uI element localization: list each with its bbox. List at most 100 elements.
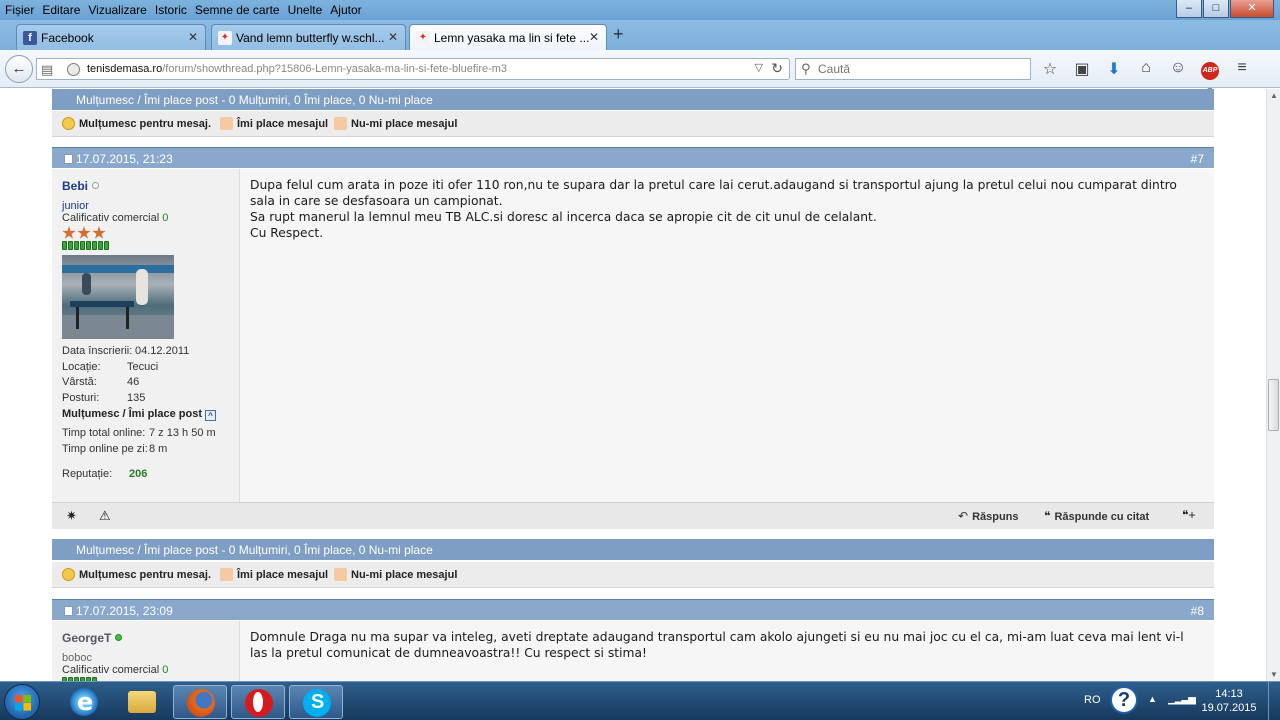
tab-close-icon[interactable]: ✕ [589,30,599,44]
back-button[interactable]: ← [5,55,33,83]
menu-item[interactable]: Ajutor [330,3,361,17]
user-title: boboc [62,652,92,664]
skype-taskbar-button[interactable] [289,685,343,719]
post-line: Dupa felul cum arata in poze iti ofer 11… [250,178,1177,192]
user-info-panel: Bebi junior Calificativ comercial 0 Data… [52,169,240,502]
site-favicon-icon: ✦ [218,31,232,45]
rank-stars [62,226,107,240]
tab-label: Vand lemn butterfly w.schl... [236,31,385,45]
firefox-taskbar-button[interactable] [173,685,227,719]
rank-star-icon [77,226,91,239]
username-link[interactable]: Bebi [62,179,100,193]
thanks-summary-bar: Mulțumesc / Îmi place post - 0 Mulțumiri… [52,89,1214,110]
language-indicator[interactable]: RO [1084,694,1101,706]
tab-vand-lemn[interactable]: ✦ Vand lemn butterfly w.schl... ✕ [211,24,406,50]
page-icon: ▤ [41,62,54,77]
thumb-down-icon [334,568,347,581]
like-post-button[interactable]: Îmi place mesajul [220,568,328,581]
windows-taskbar: RO ? ▲ ▁▂▃▅ 14:1319.07.2015 [0,681,1280,720]
post-number-link[interactable]: #7 [1191,152,1204,166]
reload-icon[interactable]: ↻ [771,60,783,77]
thumb-up-icon [220,568,233,581]
file-explorer-taskbar-button[interactable] [115,685,169,719]
close-window-button[interactable]: ✕ [1230,0,1274,18]
menu-item[interactable]: Vizualizare [88,3,146,17]
minimize-button[interactable]: – [1176,0,1202,18]
post-number-link[interactable]: #8 [1191,604,1204,618]
menu-item[interactable]: Fișier [5,3,34,17]
history-dropdown-icon[interactable]: ▽ [755,61,763,74]
reply-quote-button[interactable]: ❝ Răspunde cu citat [1044,509,1149,523]
offline-status-icon [92,182,100,189]
scroll-up-icon[interactable]: ▲ [1270,91,1278,100]
post-body: Domnule Draga nu ma supar va inteleg, av… [240,621,1214,681]
navigation-bar: ← ▤ tenisdemasa.ro/forum/showthread.php?… [0,50,1280,95]
rep-pip [104,241,109,250]
commercial-rating: Calificativ comercial 0 [62,212,169,224]
reply-button[interactable]: ↶ Răspuns [958,509,1019,523]
user-avatar[interactable] [62,255,174,339]
like-bar: Mulțumesc pentru mesaj. Îmi place mesaju… [52,111,1214,137]
search-input[interactable] [818,61,1018,77]
rep-pip [92,241,97,250]
like-bar: Mulțumesc pentru mesaj. Îmi place mesaju… [52,562,1214,588]
url-bar[interactable]: ▤ tenisdemasa.ro/forum/showthread.php?15… [36,58,790,80]
dislike-post-button[interactable]: Nu-mi place mesajul [334,117,457,130]
menu-item[interactable]: Semne de carte [195,3,280,17]
user-info-panel: GeorgeT boboc Calificativ comercial 0 [52,621,240,681]
thanks-post-button[interactable]: Mulțumesc pentru mesaj. [62,568,211,581]
search-bar[interactable]: ⚲ [795,58,1031,80]
reply-icon: ↶ [958,509,969,523]
start-button[interactable] [4,684,40,720]
maximize-button[interactable]: □ [1203,0,1229,18]
like-post-button[interactable]: Îmi place mesajul [220,117,328,130]
reputation-bar [62,241,110,250]
post-date: 17.07.2015, 21:23 [76,152,173,166]
age-row: Vârstă: 46 [62,376,140,388]
rank-star-icon [62,226,76,239]
thanks-likes-toggle[interactable]: Mulțumesc / Îmi place post ^ [62,408,216,421]
tab-close-icon[interactable]: ✕ [388,30,398,44]
expand-icon[interactable]: ^ [204,410,216,421]
post-message: Dupa felul cum arata in poze iti ofer 11… [250,177,1200,241]
opera-taskbar-button[interactable] [231,685,285,719]
reputation-star-icon[interactable]: ✷ [66,508,77,524]
new-tab-button[interactable]: + [613,24,624,45]
rep-pip [98,241,103,250]
tab-label: Lemn yasaka ma lin si fete ... [434,31,590,45]
tab-close-icon[interactable]: ✕ [188,30,198,44]
scroll-down-icon[interactable]: ▼ [1270,670,1278,679]
post-line: Sa rupt manerul la lemnul meu TB ALC.si … [250,210,877,224]
internet-explorer-taskbar-button[interactable] [57,685,111,719]
post-line: Domnule Draga nu ma supar va inteleg, av… [250,630,1184,644]
multi-quote-icon[interactable]: ❝+ [1182,508,1195,522]
show-desktop-button[interactable] [1268,682,1280,720]
window-controls: – □ ✕ [1175,0,1274,18]
post-header: 17.07.2015, 23:09 #8 [52,599,1214,620]
dislike-post-button[interactable]: Nu-mi place mesajul [334,568,457,581]
menu-item[interactable]: Editare [42,3,80,17]
tab-facebook[interactable]: f Facebook ✕ [16,24,206,50]
username-link[interactable]: GeorgeT [62,631,123,645]
search-icon: ⚲ [801,61,811,76]
tab-lemn-yasaka[interactable]: ✦ Lemn yasaka ma lin si fete ... ✕ [409,24,607,50]
menu-list: Fișier Editare Vizualizare Istoric Semne de … [5,3,370,17]
menu-item[interactable]: Istoric [155,3,187,17]
help-icon[interactable]: ? [1110,686,1138,714]
scrollbar-thumb[interactable] [1268,379,1279,431]
internet-explorer-icon [70,688,98,716]
rank-star-icon [92,226,106,239]
facebook-icon: f [23,31,37,45]
thanks-post-button[interactable]: Mulțumesc pentru mesaj. [62,117,211,130]
menu-item[interactable]: Unelte [288,3,323,17]
rep-pip [86,241,91,250]
tab-bar: f Facebook ✕ ✦ Vand lemn butterfly w.sch… [0,20,1280,50]
network-signal-icon[interactable]: ▁▂▃▅ [1168,694,1196,705]
thumb-up-icon [220,117,233,130]
clock[interactable]: 14:13 19.07.2015 [1194,687,1264,715]
page-scrollbar[interactable]: ▲ ▼ [1266,89,1280,681]
show-hidden-icons-icon[interactable]: ▲ [1148,694,1157,704]
joined-row: Data înscrierii: 04.12.2011 [62,345,190,357]
report-warning-icon[interactable]: ⚠ [99,508,111,524]
thanks-summary-bar: Mulțumesc / Îmi place post - 0 Mulțumiri… [52,539,1214,560]
